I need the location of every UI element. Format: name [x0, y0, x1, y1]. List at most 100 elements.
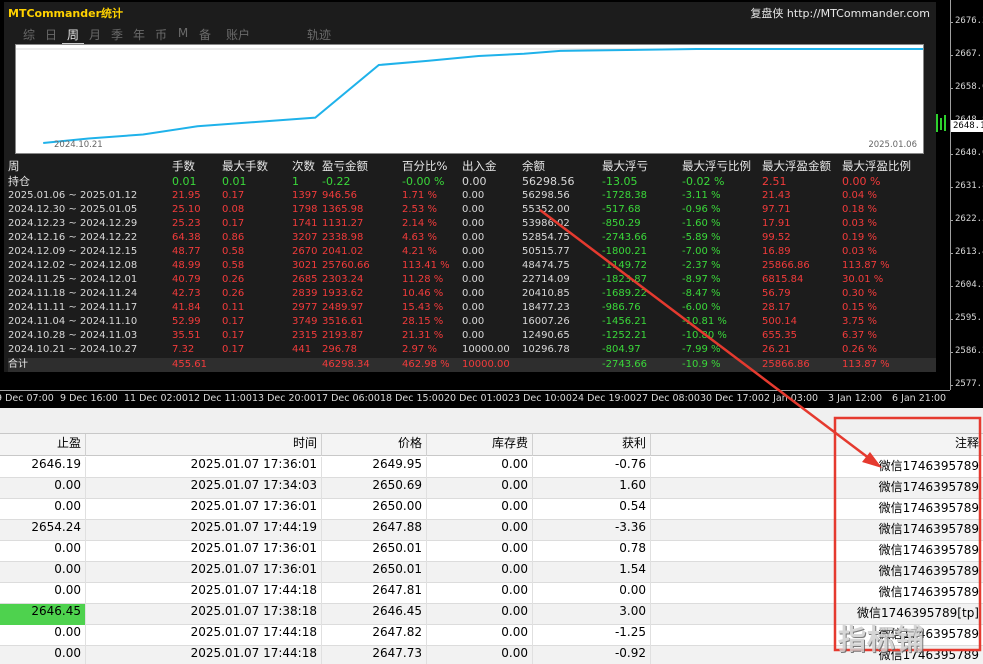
- tab-6[interactable]: 币: [150, 26, 172, 45]
- table-row[interactable]: 0.00 2025.01.07 17:36:01 2650.01 0.00 0.78 微信…: [0, 541, 983, 562]
- stats-cell: 2041.02: [322, 246, 364, 257]
- table-cell-comment: 微信1746395789: [878, 501, 979, 515]
- tab-8[interactable]: 备: [194, 26, 216, 45]
- stats-total-cell: 25866.86: [762, 359, 810, 370]
- price-tick-label: 2676.30: [950, 16, 983, 26]
- stats-header-cell: 最大手数: [222, 159, 268, 173]
- stats-cell: 41.84: [172, 302, 201, 313]
- column-header[interactable]: 获利: [533, 434, 651, 456]
- stats-header-cell: 周: [8, 159, 20, 173]
- table-row[interactable]: 0.00 2025.01.07 17:44:18 2647.82 0.00 -1.25 微…: [0, 625, 983, 646]
- table-cell-swap: 0.00: [427, 520, 533, 541]
- column-header[interactable]: 库存费: [427, 434, 533, 456]
- stats-cell: 1798: [292, 204, 318, 215]
- tab-4[interactable]: 季: [106, 26, 128, 45]
- tab-5[interactable]: 年: [128, 26, 150, 45]
- column-header[interactable]: 注释: [651, 434, 983, 456]
- table-row[interactable]: 2646.45 2025.01.07 17:38:18 2646.45 0.00 3.0…: [0, 604, 983, 625]
- stats-row: 2024.12.02 ~ 2024.12.08 48.99 0.58 3021 2576…: [8, 259, 936, 273]
- trade-table-header: 止盈 时间 价格 库存费 获利 注释: [0, 434, 983, 456]
- stats-cell: 26.21: [762, 344, 791, 355]
- stats-hold-cell: 2.51: [762, 175, 787, 188]
- mtcommander-stats-panel: MTCommander统计 复盘侠 http://MTCommander.com…: [4, 2, 936, 372]
- stats-cell: 18477.23: [522, 302, 570, 313]
- stats-cell: 2685: [292, 274, 318, 285]
- table-row[interactable]: 0.00 2025.01.07 17:36:01 2650.01 0.00 1.54 微信…: [0, 562, 983, 583]
- table-row[interactable]: 0.00 2025.01.07 17:44:18 2647.81 0.00 0.00 微信…: [0, 583, 983, 604]
- stats-cell: 296.78: [322, 344, 357, 355]
- price-tick-label: 2622.55: [950, 214, 983, 224]
- stats-cell: 0.17: [222, 330, 245, 341]
- table-row[interactable]: 0.00 2025.01.07 17:44:18 2647.73 0.00 -0.92 微…: [0, 646, 983, 664]
- stats-cell: -10.81 %: [682, 316, 727, 327]
- stats-row: 2024.12.23 ~ 2024.12.29 25.23 0.17 1741 1131…: [8, 217, 936, 231]
- stats-cell: 2024.11.04 ~ 2024.11.10: [8, 316, 138, 327]
- stats-cell: 6.37 %: [842, 330, 877, 341]
- stats-cell: 2.97 %: [402, 344, 437, 355]
- time-tick-label: 2 Jan 03:00: [764, 393, 819, 404]
- price-chart[interactable]: 2676.302667.152658.002648.852640.052631.…: [0, 0, 983, 408]
- stats-total-cell: -2743.66: [602, 359, 647, 370]
- current-price-marker: 2648.1: [951, 120, 983, 132]
- table-row[interactable]: 2646.19 2025.01.07 17:36:01 2649.95 0.00 -0.…: [0, 457, 983, 478]
- stats-cell: 2024.12.02 ~ 2024.12.08: [8, 260, 138, 271]
- table-row[interactable]: 2654.24 2025.01.07 17:44:19 2647.88 0.00 -3.…: [0, 520, 983, 541]
- table-cell-profit: -0.92: [533, 646, 651, 664]
- stats-cell: 0.00: [462, 302, 485, 313]
- stats-header-cell: 余额: [522, 159, 545, 173]
- stats-cell: 25.10: [172, 204, 201, 215]
- price-tick-label: 2604.25: [950, 280, 983, 290]
- stats-hold-cell: -13.05: [602, 175, 638, 188]
- stats-cell: 12490.65: [522, 330, 570, 341]
- brand-link[interactable]: 复盘侠 http://MTCommander.com: [750, 5, 930, 21]
- stats-cell: 0.00: [462, 274, 485, 285]
- terminal-splitter[interactable]: [0, 408, 983, 434]
- stats-cell: -3.11 %: [682, 190, 721, 201]
- stats-cell: 2024.10.21 ~ 2024.10.27: [8, 344, 138, 355]
- stats-cell: -517.68: [602, 204, 641, 215]
- table-cell-time: 2025.01.07 17:44:18: [86, 625, 322, 646]
- tab-3[interactable]: 月: [84, 26, 106, 45]
- stats-cell: 2338.98: [322, 232, 364, 243]
- column-header[interactable]: 止盈: [0, 434, 86, 456]
- stats-total-cell: 10000.00: [462, 359, 510, 370]
- tab-trail[interactable]: 轨迹: [307, 26, 331, 43]
- stats-cell: 0.17: [222, 190, 245, 201]
- tab-9[interactable]: 账户: [216, 26, 260, 45]
- table-cell-tp: 2646.45: [0, 604, 86, 625]
- stats-cell: 1365.98: [322, 204, 364, 215]
- stats-cell: 48474.75: [522, 260, 570, 271]
- stats-hold-cell: -0.22: [322, 175, 351, 188]
- stats-header-cell: 百分比%: [402, 159, 448, 173]
- table-cell-profit: 0.00: [533, 583, 651, 604]
- stats-cell: 0.26 %: [842, 344, 877, 355]
- stats-cell: -1689.22: [602, 288, 647, 299]
- table-row[interactable]: 0.00 2025.01.07 17:34:03 2650.69 0.00 1.60 微信…: [0, 478, 983, 499]
- table-cell-time: 2025.01.07 17:44:19: [86, 520, 322, 541]
- stats-cell: 0.08: [222, 204, 245, 215]
- tab-1[interactable]: 日: [40, 26, 62, 45]
- tab-2[interactable]: 周: [62, 26, 84, 45]
- table-cell-price: 2647.88: [322, 520, 427, 541]
- tab-0[interactable]: 综: [18, 26, 40, 45]
- stats-cell: 55352.00: [522, 204, 570, 215]
- table-row[interactable]: 0.00 2025.01.07 17:36:01 2650.00 0.00 0.54 微信…: [0, 499, 983, 520]
- time-tick-label: 23 Dec 10:00: [508, 393, 572, 404]
- stats-hold-cell: 1: [292, 175, 299, 188]
- stats-row: 2024.12.16 ~ 2024.12.22 64.38 0.86 3207 2338…: [8, 231, 936, 245]
- column-header[interactable]: 时间: [86, 434, 322, 456]
- table-cell-profit: -1.25: [533, 625, 651, 646]
- column-header[interactable]: 价格: [322, 434, 427, 456]
- table-cell-profit: 0.54: [533, 499, 651, 520]
- stats-cell: 10000.00: [462, 344, 510, 355]
- stats-cell: 2024.11.18 ~ 2024.11.24: [8, 288, 138, 299]
- stats-cell: 0.00: [462, 316, 485, 327]
- stats-cell: 56298.56: [522, 190, 570, 201]
- table-cell-swap: 0.00: [427, 625, 533, 646]
- stats-cell: -1728.38: [602, 190, 647, 201]
- stats-row: 2024.11.25 ~ 2024.12.01 40.79 0.26 2685 2303…: [8, 273, 936, 287]
- stats-cell: 0.30 %: [842, 288, 877, 299]
- stats-cell: -1149.72: [602, 260, 647, 271]
- stats-cell: -1.60 %: [682, 218, 721, 229]
- tab-7[interactable]: M: [172, 26, 194, 45]
